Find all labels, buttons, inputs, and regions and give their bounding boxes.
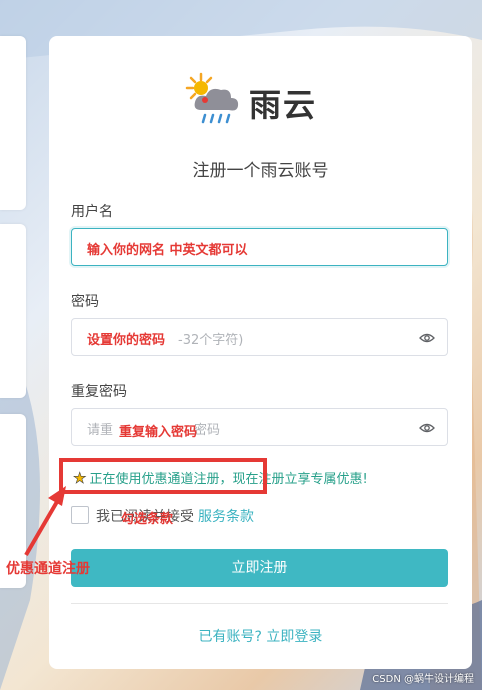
confirm-placeholder-tail: 密码 (194, 423, 221, 438)
register-card: 雨云 注册一个雨云账号 用户名 输入你的网名 中英文都可以 密码 -32个字符)… (49, 36, 472, 669)
username-label: 用户名 (71, 204, 113, 220)
side-annotation: 优惠通道注册 (6, 561, 90, 577)
page-title: 注册一个雨云账号 (192, 161, 329, 181)
confirm-password-input[interactable]: 请重 密码 重复输入密码 (71, 408, 448, 446)
terms-checkbox[interactable] (71, 506, 89, 524)
username-input[interactable]: 输入你的网名 中英文都可以 (71, 228, 448, 266)
login-link[interactable]: 已有账号? 立即登录 (49, 626, 472, 646)
terms-agreement: 我已阅读并接受 服务条款 (96, 506, 254, 526)
password-label: 密码 (71, 294, 99, 310)
password-annotation: 设置你的密码 (87, 333, 166, 348)
logo-text: 雨云 (249, 86, 318, 124)
username-annotation: 输入你的网名 中英文都可以 (87, 243, 248, 258)
confirm-annotation: 重复输入密码 (119, 425, 198, 440)
eye-icon[interactable] (419, 420, 435, 436)
highlight-box (59, 458, 267, 494)
logo: 雨云 (183, 70, 343, 130)
password-placeholder: -32个字符) (178, 333, 244, 348)
register-button[interactable]: 立即注册 (71, 549, 448, 587)
divider (71, 603, 448, 604)
sun-cloud-rain-icon (185, 72, 239, 124)
eye-icon[interactable] (419, 330, 435, 346)
side-panel (0, 224, 26, 398)
side-panel (0, 36, 26, 210)
confirm-placeholder: 请重 (87, 423, 114, 438)
terms-annotation: 勾选条款 (121, 512, 174, 527)
confirm-password-label: 重复密码 (71, 384, 127, 400)
password-input[interactable]: -32个字符) 设置你的密码 (71, 318, 448, 356)
watermark: CSDN @蜗牛设计编程 (372, 674, 474, 685)
terms-link[interactable]: 服务条款 (198, 509, 254, 525)
